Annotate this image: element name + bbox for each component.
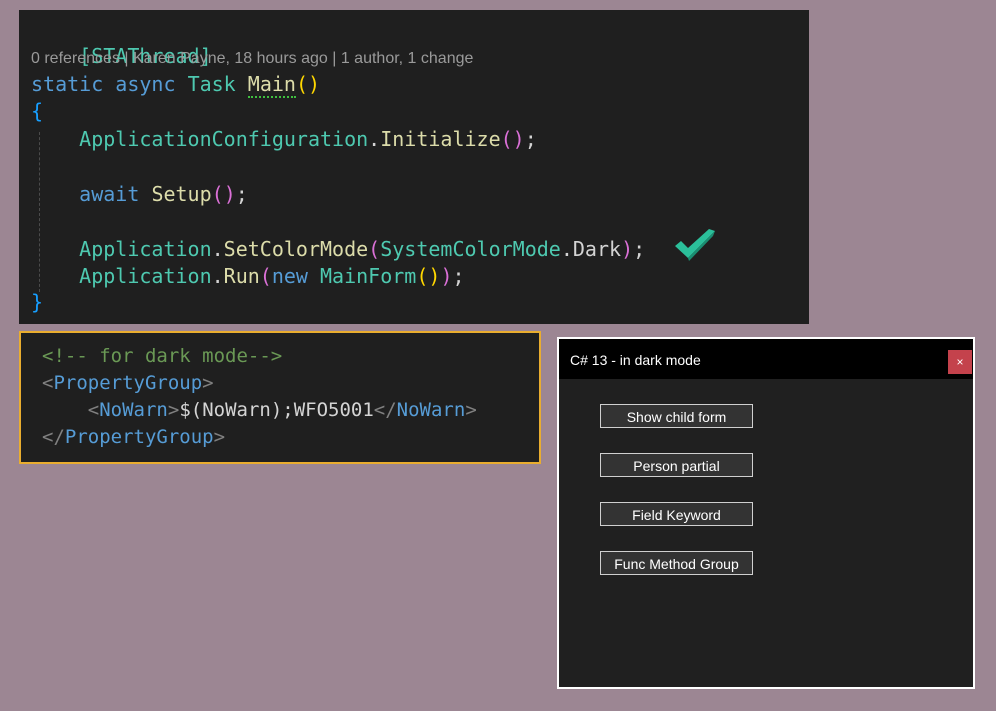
- method-run: Run: [223, 264, 260, 288]
- property-group-open-line: <PropertyGroup>: [42, 372, 214, 394]
- enum-system-color-mode: SystemColorMode: [380, 237, 561, 261]
- code-line-initialize: ApplicationConfiguration.Initialize();: [79, 127, 537, 151]
- xml-comment: <!-- for dark mode-->: [42, 345, 283, 367]
- close-button[interactable]: ×: [948, 350, 972, 374]
- method-name-main: Main: [247, 72, 296, 98]
- keyword-static: static: [31, 72, 104, 96]
- title-bar[interactable]: C# 13 - in dark mode ×: [559, 339, 973, 379]
- nowarn-close-tag: NoWarn: [396, 399, 466, 421]
- keyword-new: new: [271, 264, 308, 288]
- property-group-close-tag: PropertyGroup: [64, 426, 214, 448]
- close-brace-line: }: [31, 289, 43, 315]
- keyword-async: async: [115, 72, 176, 96]
- show-child-form-button[interactable]: Show child form: [600, 404, 753, 428]
- close-brace: }: [31, 290, 44, 314]
- method-set-color-mode: SetColorMode: [223, 237, 369, 261]
- open-brace: {: [31, 99, 44, 123]
- class-main-form: MainForm: [320, 264, 417, 288]
- code-editor-panel: [STAThread] 0 references | Karen Payne, …: [19, 10, 809, 324]
- property-group-tag: PropertyGroup: [53, 372, 203, 394]
- class-application: Application: [79, 237, 212, 261]
- method-setup: Setup: [151, 182, 212, 206]
- open-brace-line: {: [31, 98, 43, 124]
- nowarn-value: $(NoWarn);WFO5001: [179, 399, 374, 421]
- person-partial-button[interactable]: Person partial: [600, 453, 753, 477]
- class-application: Application: [79, 264, 212, 288]
- keyword-await: await: [79, 182, 140, 206]
- window-title: C# 13 - in dark mode: [570, 352, 701, 368]
- code-line-set-color-mode: Application.SetColorMode(SystemColorMode…: [79, 237, 646, 261]
- property-group-close-line: </PropertyGroup>: [42, 426, 226, 448]
- class-application-configuration: ApplicationConfiguration: [79, 127, 369, 151]
- type-task: Task: [187, 72, 236, 96]
- codelens-info[interactable]: 0 references | Karen Payne, 18 hours ago…: [31, 50, 473, 68]
- paren: (): [295, 72, 321, 96]
- nowarn-open-tag: NoWarn: [99, 399, 168, 421]
- enum-member-dark: Dark: [572, 237, 622, 261]
- dark-mode-form-window: C# 13 - in dark mode × Show child form P…: [557, 337, 975, 689]
- code-line-run: Application.Run(new MainForm());: [79, 264, 465, 288]
- code-line-setup: await Setup();: [79, 182, 248, 206]
- method-signature-line: static async Task Main(): [31, 71, 321, 98]
- method-initialize: Initialize: [380, 127, 501, 151]
- func-method-group-button[interactable]: Func Method Group: [600, 551, 753, 575]
- field-keyword-button[interactable]: Field Keyword: [600, 502, 753, 526]
- project-file-snippet: <!-- for dark mode--> <PropertyGroup> <N…: [19, 331, 541, 464]
- nowarn-line: <NoWarn>$(NoWarn);WFO5001</NoWarn>: [87, 399, 477, 421]
- xml-comment-line: <!-- for dark mode-->: [42, 343, 282, 369]
- check-mark-icon: [675, 229, 715, 261]
